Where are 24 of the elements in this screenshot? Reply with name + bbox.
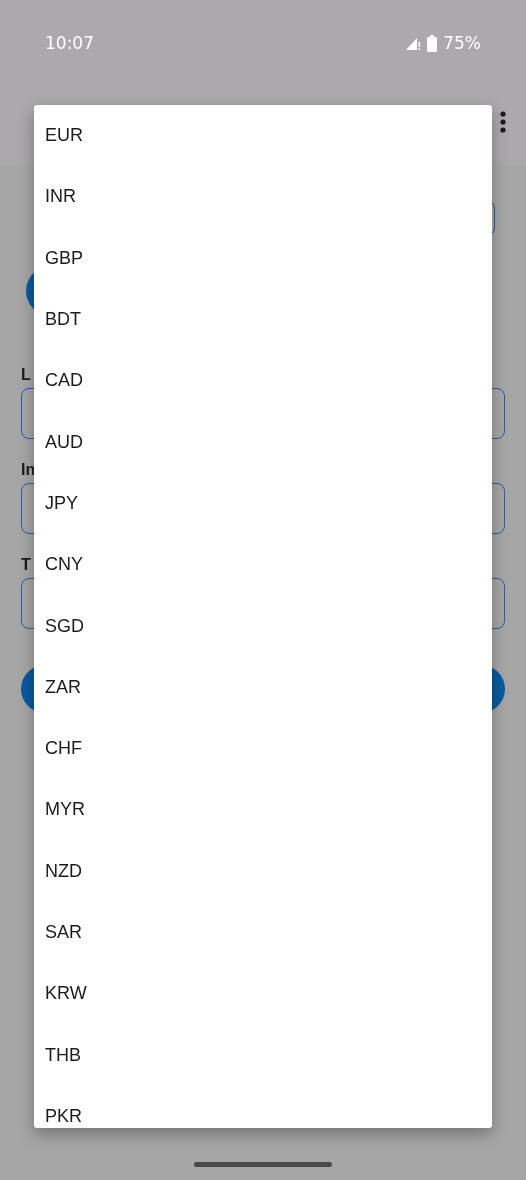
more-options-icon[interactable] [500,110,506,133]
menu-item[interactable]: NZD [34,840,492,902]
battery-percentage: 75% [443,33,481,53]
menu-item[interactable]: CHF [34,717,492,780]
menu-item[interactable]: PKR [34,1085,492,1128]
menu-item[interactable]: JPY [34,472,492,535]
menu-item[interactable]: INR [34,166,492,228]
menu-item[interactable]: GBP [34,227,492,289]
menu-item[interactable]: CAD [34,350,492,412]
menu-item[interactable]: BDT [34,288,492,351]
battery-icon [427,34,438,52]
field-label: L [21,365,31,385]
menu-item[interactable]: SAR [34,901,492,964]
menu-item[interactable]: MYR [34,779,492,841]
menu-item[interactable]: EUR [34,105,492,167]
menu-item[interactable]: ZAR [34,656,492,718]
status-time: 10:07 [45,33,94,53]
menu-item[interactable]: CNY [34,534,492,596]
menu-item[interactable]: SGD [34,595,492,657]
field-label: In [21,460,36,480]
menu-item[interactable]: AUD [34,411,492,473]
field-label: T [21,555,31,575]
menu-item[interactable]: THB [34,1024,492,1086]
menu-item[interactable]: KRW [34,963,492,1025]
